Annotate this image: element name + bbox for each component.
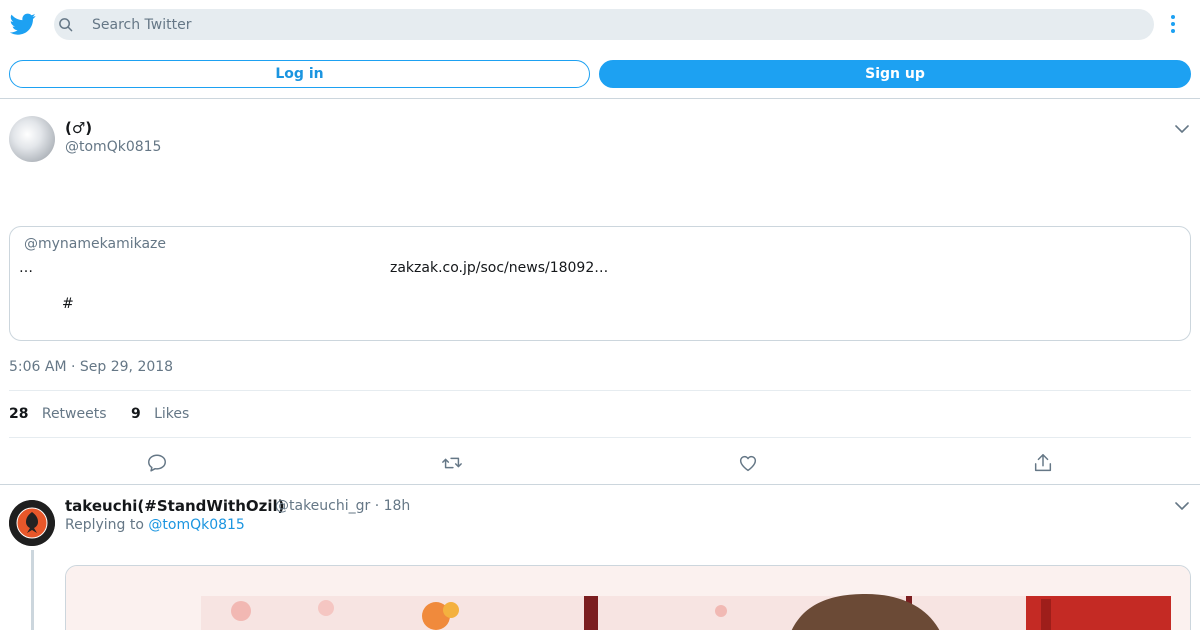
likes-stat[interactable]: 9 Likes bbox=[131, 406, 189, 422]
retweet-icon[interactable] bbox=[441, 452, 463, 474]
search-input[interactable] bbox=[92, 9, 1142, 40]
quoted-link[interactable]: zakzak.co.jp/soc/news/18092… bbox=[390, 260, 608, 276]
reply-display-name[interactable]: takeuchi(#StandWithOzil) bbox=[65, 497, 285, 515]
reply-avatar[interactable] bbox=[9, 500, 55, 546]
tweet-divider bbox=[0, 484, 1200, 485]
reply-icon[interactable] bbox=[146, 452, 168, 474]
quoted-handle: @mynamekamikaze bbox=[24, 236, 166, 252]
share-icon[interactable] bbox=[1032, 452, 1054, 474]
quoted-tweet-card[interactable]: @mynamekamikaze … zakzak.co.jp/soc/news/… bbox=[9, 226, 1191, 341]
twitter-bird-icon[interactable] bbox=[10, 11, 36, 37]
media-illustration bbox=[66, 566, 1190, 630]
stats-top-divider bbox=[9, 390, 1191, 391]
likes-count: 9 bbox=[131, 406, 141, 422]
stats-bottom-divider bbox=[9, 437, 1191, 438]
display-name[interactable]: (♂) bbox=[65, 119, 92, 137]
header-divider bbox=[0, 98, 1200, 99]
tweet-timestamp[interactable]: 5:06 AM · Sep 29, 2018 bbox=[9, 359, 173, 375]
signup-button[interactable]: Sign up bbox=[599, 60, 1191, 88]
reply-media-image[interactable] bbox=[65, 565, 1191, 630]
retweets-stat[interactable]: 28 Retweets bbox=[9, 406, 107, 422]
search-icon bbox=[59, 18, 73, 32]
top-bar bbox=[0, 0, 1200, 48]
reply-handle-time[interactable]: @takeuchi_gr · 18h bbox=[275, 498, 410, 514]
reply-avatar-image bbox=[9, 500, 55, 546]
search-bar[interactable] bbox=[54, 9, 1154, 40]
chevron-down-icon[interactable] bbox=[1174, 498, 1190, 514]
replying-to: Replying to @tomQk0815 bbox=[65, 517, 245, 533]
more-vertical-icon[interactable] bbox=[1163, 12, 1183, 38]
thread-line bbox=[31, 550, 34, 630]
heart-icon[interactable] bbox=[737, 452, 759, 474]
login-button[interactable]: Log in bbox=[9, 60, 590, 88]
avatar[interactable] bbox=[9, 116, 55, 162]
replying-prefix: Replying to bbox=[65, 517, 144, 533]
likes-label: Likes bbox=[154, 406, 190, 422]
retweets-label: Retweets bbox=[41, 406, 107, 422]
replying-to-link[interactable]: @tomQk0815 bbox=[148, 517, 244, 533]
quoted-hashtag[interactable]: # bbox=[62, 296, 74, 312]
user-handle[interactable]: @tomQk0815 bbox=[65, 139, 161, 155]
quoted-text: … bbox=[19, 260, 33, 276]
retweets-count: 28 bbox=[9, 406, 29, 422]
chevron-down-icon[interactable] bbox=[1174, 121, 1190, 137]
